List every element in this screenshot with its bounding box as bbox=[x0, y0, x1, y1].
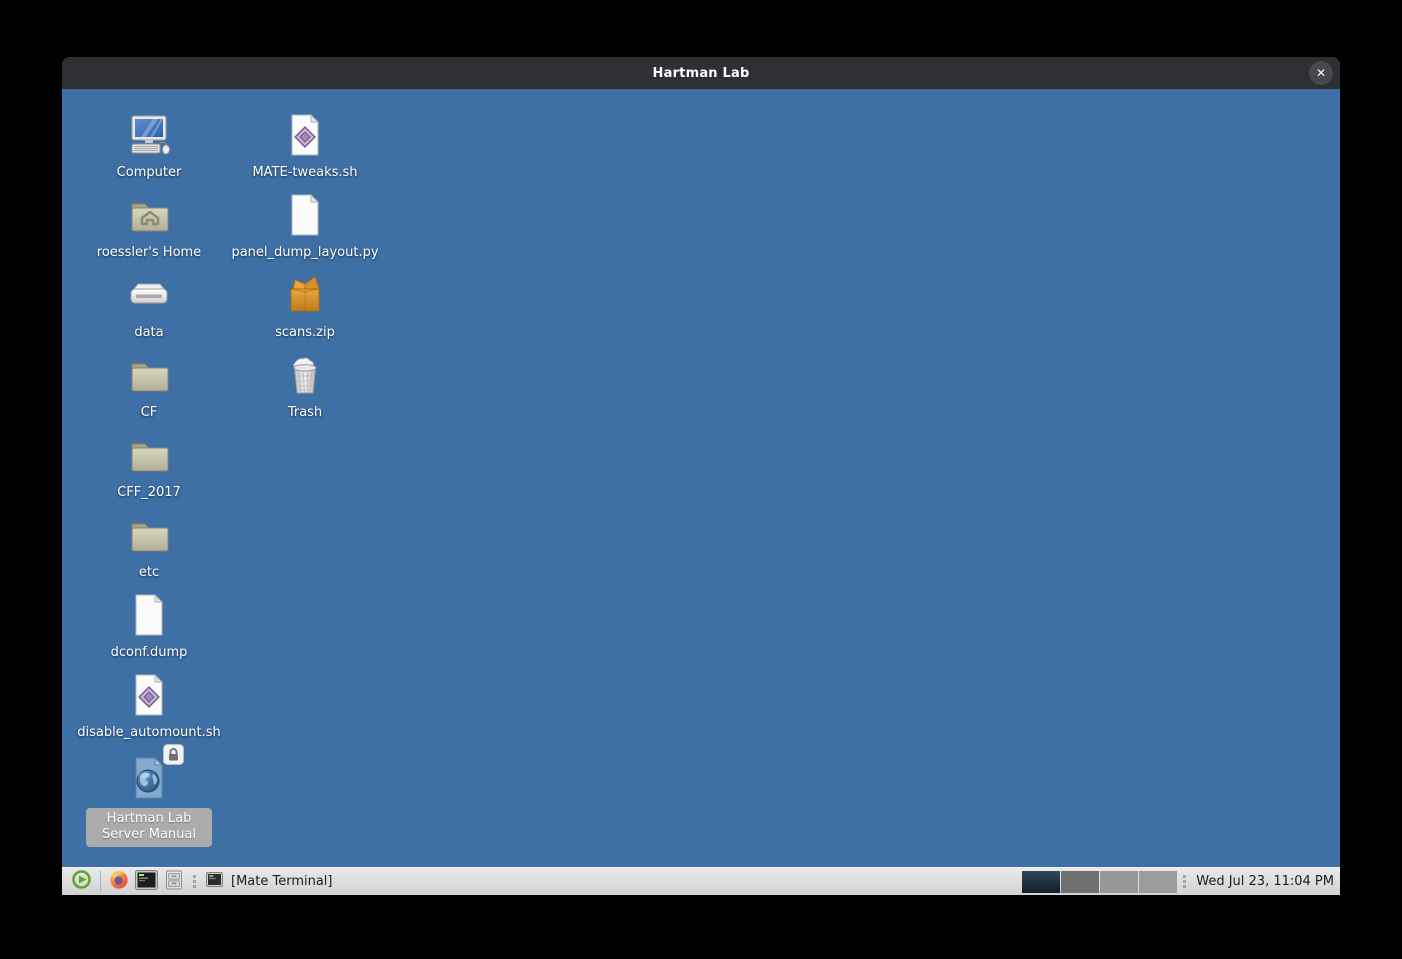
desktop-icon-mate-tweaks[interactable]: MATE-tweaks.sh bbox=[235, 111, 375, 181]
home-folder-icon bbox=[125, 191, 173, 239]
desktop-icon-cf[interactable]: CF bbox=[79, 351, 219, 421]
desktop-icon-label: CF bbox=[141, 405, 158, 421]
desktop-icon-home[interactable]: roessler's Home bbox=[79, 191, 219, 261]
bottom-panel: [Mate Terminal] Wed Jul 23, 11:04 PM bbox=[62, 867, 1340, 895]
file-cabinet-launcher[interactable] bbox=[161, 869, 187, 895]
document-icon bbox=[281, 191, 329, 239]
tasklist-drag-handle[interactable] bbox=[193, 875, 196, 888]
desktop-icon-computer[interactable]: Computer bbox=[79, 111, 219, 181]
desktop-icon-label: scans.zip bbox=[275, 325, 335, 341]
desktop-icon-data[interactable]: data bbox=[79, 271, 219, 341]
desktop-icon-hartman-lab-server-manual[interactable]: Hartman Lab Server Manual bbox=[79, 744, 219, 847]
desktop-icon-scans-zip[interactable]: scans.zip bbox=[235, 271, 375, 341]
close-button[interactable]: ✕ bbox=[1309, 61, 1333, 85]
drive-icon bbox=[125, 271, 173, 319]
desktop-icon-cff-2017[interactable]: CFF_2017 bbox=[79, 431, 219, 501]
desktop-icon-etc[interactable]: etc bbox=[79, 511, 219, 581]
desktop-icon-trash[interactable]: Trash bbox=[235, 351, 375, 421]
close-icon: ✕ bbox=[1316, 66, 1326, 80]
trash-icon bbox=[281, 351, 329, 399]
panel-separator bbox=[100, 871, 101, 893]
desktop-icon-disable-automount[interactable]: disable_automount.sh bbox=[79, 671, 219, 741]
desktop-icon-label: MATE-tweaks.sh bbox=[252, 165, 357, 181]
terminal-window-icon bbox=[206, 872, 223, 891]
desktop-icon-label: Computer bbox=[117, 165, 182, 181]
terminal-icon bbox=[135, 870, 158, 894]
archive-icon bbox=[281, 271, 329, 319]
firefox-icon bbox=[109, 870, 129, 894]
panel-right-group: Wed Jul 23, 11:04 PM bbox=[1022, 871, 1334, 893]
window-title: Hartman Lab bbox=[653, 66, 750, 81]
shell-script-icon bbox=[125, 671, 173, 719]
workspace-3[interactable] bbox=[1100, 871, 1138, 893]
workspace-switcher bbox=[1022, 871, 1177, 893]
desktop-icon-label: Trash bbox=[288, 405, 322, 421]
desktop-icon-dconf-dump[interactable]: dconf.dump bbox=[79, 591, 219, 661]
desktop-icon-panel-dump-layout[interactable]: panel_dump_layout.py bbox=[235, 191, 375, 261]
shell-script-icon bbox=[281, 111, 329, 159]
taskbar-item-mate-terminal[interactable]: [Mate Terminal] bbox=[202, 869, 337, 895]
desktop-icon-label: Hartman Lab Server Manual bbox=[86, 808, 212, 847]
folder-icon bbox=[125, 511, 173, 559]
desktop-icon-label: panel_dump_layout.py bbox=[231, 245, 378, 261]
mate-menu-icon bbox=[71, 869, 92, 894]
clock[interactable]: Wed Jul 23, 11:04 PM bbox=[1192, 874, 1334, 889]
workspace-4[interactable] bbox=[1139, 871, 1177, 893]
clock-drag-handle[interactable] bbox=[1183, 875, 1186, 888]
computer-icon bbox=[125, 111, 173, 159]
firefox-launcher[interactable] bbox=[106, 869, 132, 895]
lock-emblem-icon bbox=[163, 744, 184, 765]
vm-window: Hartman Lab ✕ bbox=[62, 57, 1340, 895]
folder-icon bbox=[125, 431, 173, 479]
folder-icon bbox=[125, 351, 173, 399]
desktop-icon-label: data bbox=[134, 325, 163, 341]
file-cabinet-icon bbox=[164, 870, 184, 894]
window-titlebar[interactable]: Hartman Lab ✕ bbox=[62, 57, 1340, 89]
desktop-icon-label: etc bbox=[139, 565, 159, 581]
desktop-icon-label: roessler's Home bbox=[97, 245, 201, 261]
desktop-icon-label: disable_automount.sh bbox=[77, 725, 221, 741]
desktop[interactable]: Computer roessler's Home bbox=[62, 89, 1340, 867]
terminal-launcher[interactable] bbox=[132, 869, 161, 895]
workspace-2[interactable] bbox=[1061, 871, 1099, 893]
desktop-icon-label: dconf.dump bbox=[111, 645, 188, 661]
document-icon bbox=[125, 591, 173, 639]
workspace-1[interactable] bbox=[1022, 871, 1060, 893]
taskbar-item-label: [Mate Terminal] bbox=[231, 874, 333, 889]
mate-menu-button[interactable] bbox=[68, 869, 95, 895]
desktop-icon-label: CFF_2017 bbox=[117, 485, 181, 501]
